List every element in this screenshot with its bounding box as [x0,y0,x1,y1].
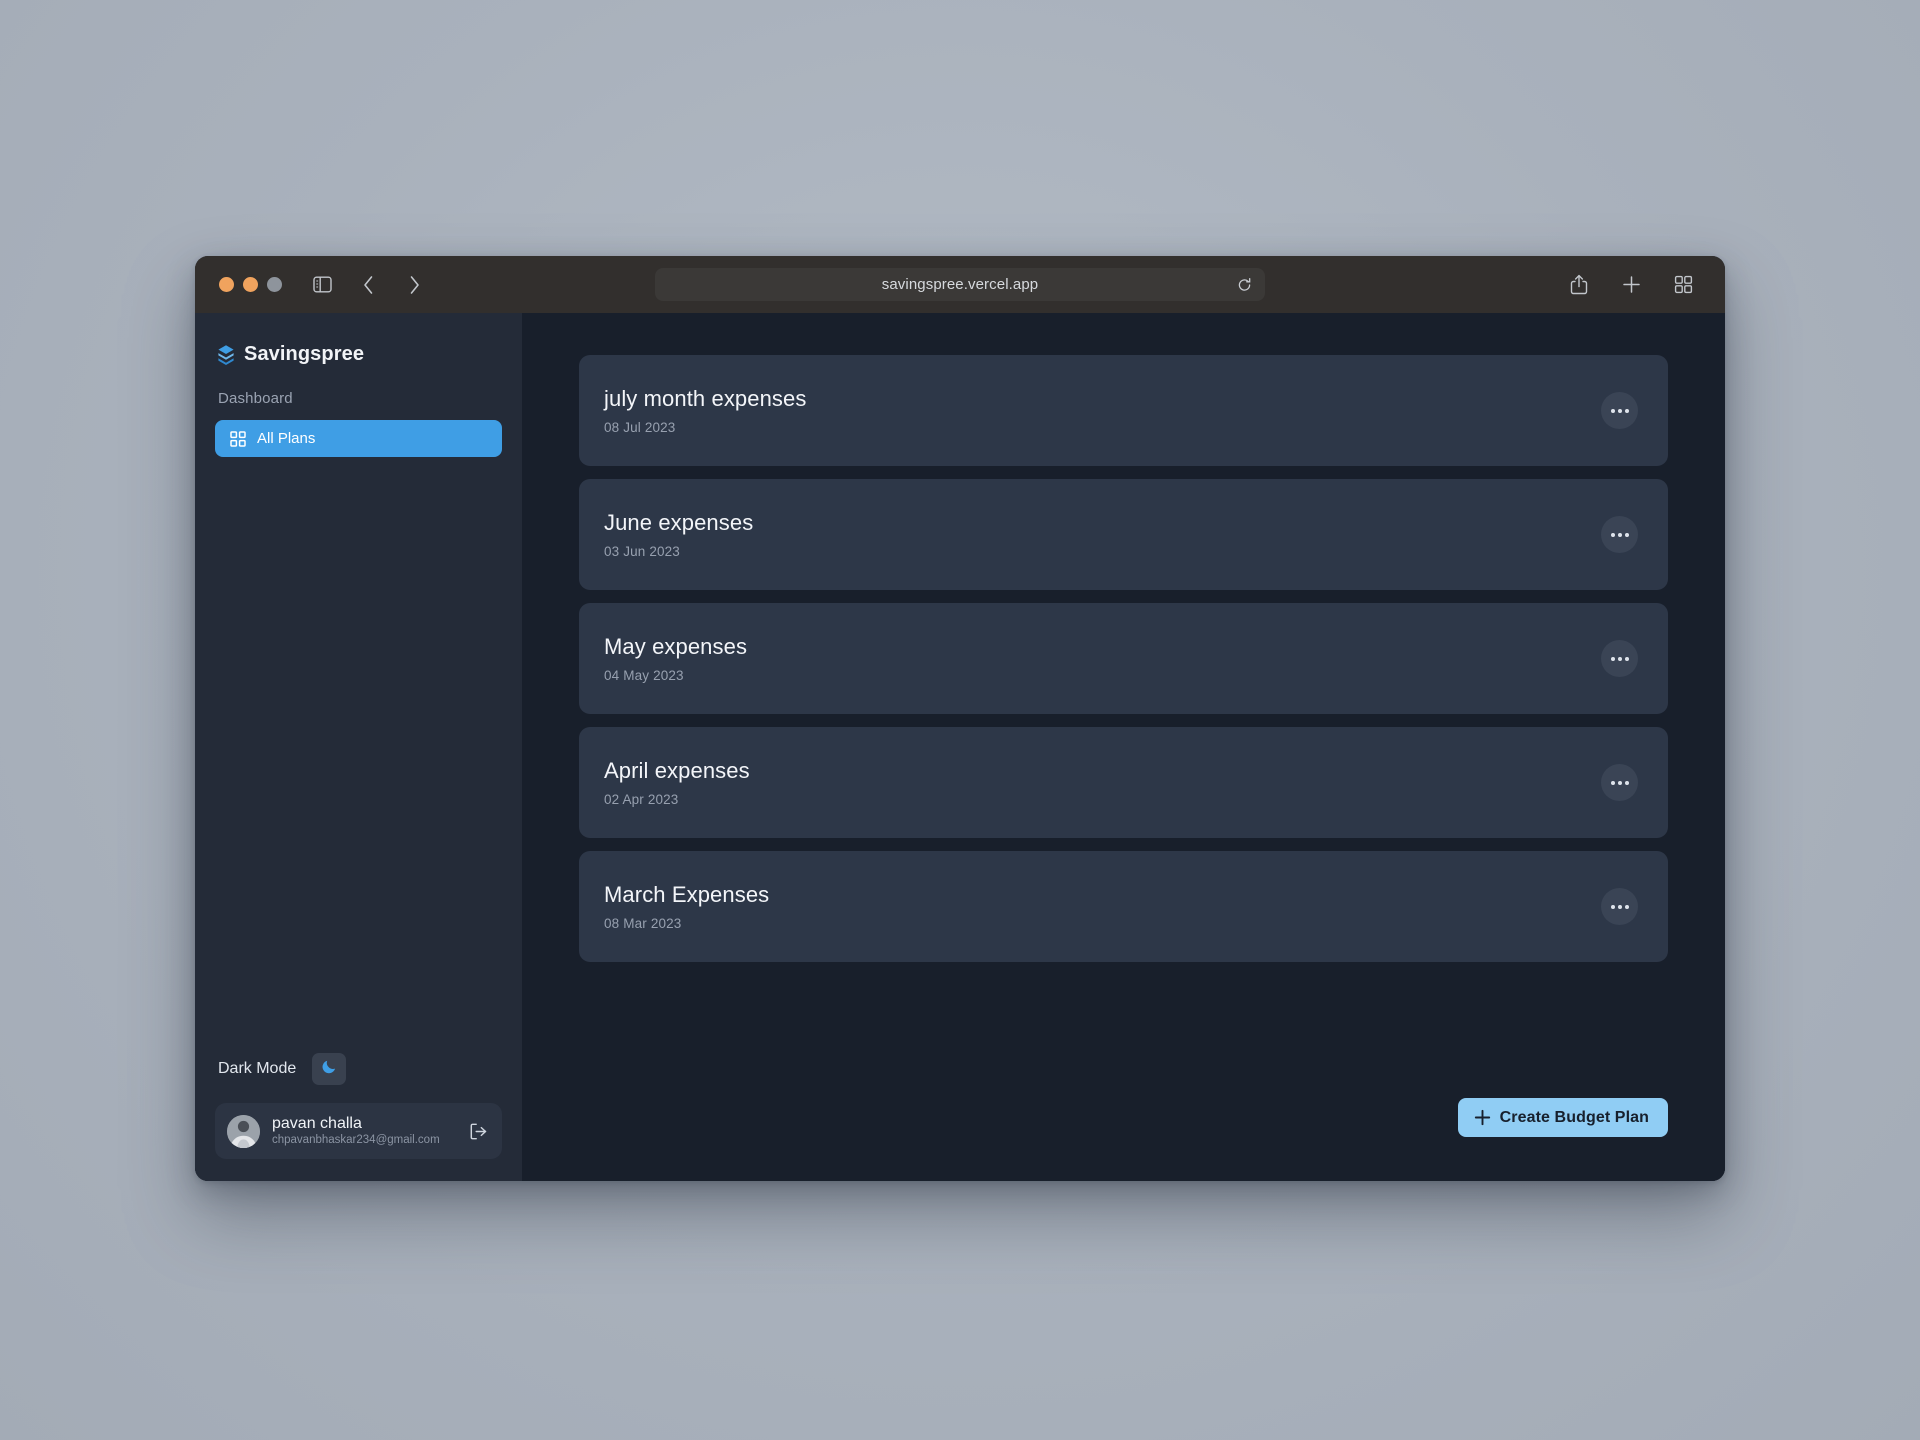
dot [1624,656,1629,661]
back-button[interactable] [348,267,388,303]
sidebar-toggle-icon[interactable] [302,267,342,303]
plan-card[interactable]: july month expenses 08 Jul 2023 [579,355,1668,466]
ellipsis-icon[interactable] [1601,640,1638,677]
browser-titlebar: savingspree.vercel.app [195,256,1725,313]
ellipsis-icon[interactable] [1601,392,1638,429]
brand-name: Savingspree [244,343,365,365]
user-meta: pavan challa chpavanbhaskar234@gmail.com [272,1115,457,1148]
app-root: Savingspree Dashboard All Plans Dark Mod… [195,313,1725,1181]
plan-info: June expenses 03 Jun 2023 [604,510,753,559]
dot [1617,656,1622,661]
dot [1617,780,1622,785]
reload-icon[interactable] [1237,277,1252,292]
sidebar-item-all-plans[interactable]: All Plans [215,420,502,457]
user-name: pavan challa [272,1114,362,1132]
url-text: savingspree.vercel.app [881,276,1039,293]
dot [1610,656,1615,661]
plan-info: April expenses 02 Apr 2023 [604,758,750,807]
dark-mode-toggle-button[interactable] [312,1053,347,1085]
ellipsis-icon[interactable] [1601,516,1638,553]
address-bar[interactable]: savingspree.vercel.app [655,268,1265,301]
new-tab-icon[interactable] [1611,267,1651,303]
ellipsis-icon[interactable] [1601,764,1638,801]
plan-card[interactable]: April expenses 02 Apr 2023 [579,727,1668,838]
close-window-button[interactable] [219,277,234,292]
dot [1617,532,1622,537]
sidebar: Savingspree Dashboard All Plans Dark Mod… [195,313,522,1181]
dot [1610,532,1615,537]
plan-title: March Expenses [604,882,770,907]
dot [1624,780,1629,785]
sidebar-section-label: Dashboard [218,390,293,407]
layers-logo-icon [217,344,235,366]
dot [1617,408,1622,413]
user-email: chpavanbhaskar234@gmail.com [272,1134,440,1147]
browser-window: savingspree.vercel.app Savingspree Dashb… [195,256,1725,1181]
plan-date: 02 Apr 2023 [604,792,679,807]
ellipsis-icon[interactable] [1601,888,1638,925]
plan-date: 04 May 2023 [604,668,684,683]
plan-date: 08 Mar 2023 [604,916,682,931]
logout-icon[interactable] [469,1122,488,1141]
plan-card[interactable]: May expenses 04 May 2023 [579,603,1668,714]
sidebar-nav: All Plans [215,420,502,457]
dark-mode-label: Dark Mode [218,1060,297,1077]
moon-icon [321,1058,338,1080]
brand[interactable]: Savingspree [215,341,502,366]
forward-button[interactable] [394,267,434,303]
dot [1610,780,1615,785]
create-budget-plan-label: Create Budget Plan [1499,1108,1649,1126]
sidebar-item-label: All Plans [257,430,316,447]
dot [1624,408,1629,413]
window-traffic-lights [219,277,282,292]
plan-info: March Expenses 08 Mar 2023 [604,882,769,931]
plan-title: April expenses [604,758,750,783]
plan-info: May expenses 04 May 2023 [604,634,747,683]
plus-icon [1474,1109,1491,1126]
plan-date: 03 Jun 2023 [604,544,680,559]
dot [1624,904,1629,909]
plan-title: May expenses [604,634,748,659]
main-content: july month expenses 08 Jul 2023 June exp… [522,313,1725,1181]
minimize-window-button[interactable] [243,277,258,292]
share-icon[interactable] [1559,267,1599,303]
plan-info: july month expenses 08 Jul 2023 [604,386,806,435]
plan-card[interactable]: June expenses 03 Jun 2023 [579,479,1668,590]
dot [1610,408,1615,413]
avatar [227,1114,260,1148]
browser-nav-controls [302,267,434,303]
dot [1624,532,1629,537]
plan-title: June expenses [604,510,754,535]
main-footer: Create Budget Plan [579,1098,1668,1181]
create-budget-plan-button[interactable]: Create Budget Plan [1457,1098,1668,1137]
dot [1610,904,1615,909]
plan-title: july month expenses [604,386,807,411]
dark-mode-row: Dark Mode [215,1053,502,1085]
tab-grid-icon[interactable] [1663,267,1703,303]
dot [1617,904,1622,909]
user-profile-card[interactable]: pavan challa chpavanbhaskar234@gmail.com [215,1103,502,1159]
browser-toolbar-right [1559,267,1703,303]
grid-icon [230,430,246,447]
maximize-window-button[interactable] [267,277,282,292]
plan-card[interactable]: March Expenses 08 Mar 2023 [579,851,1668,962]
plan-list: july month expenses 08 Jul 2023 June exp… [579,355,1668,962]
plan-date: 08 Jul 2023 [604,420,676,435]
